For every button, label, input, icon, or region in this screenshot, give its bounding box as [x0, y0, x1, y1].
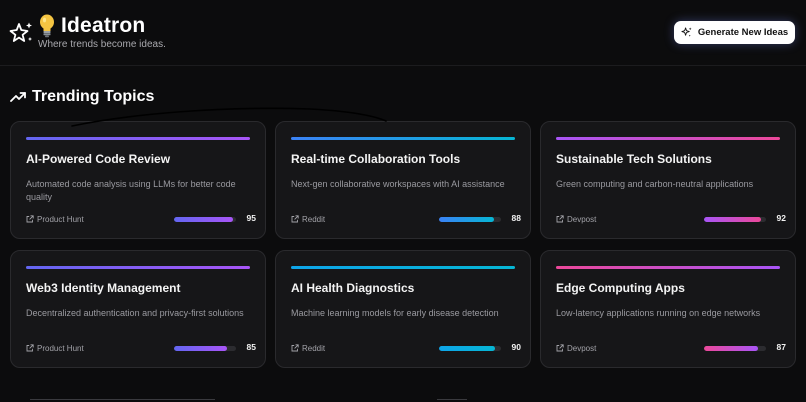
- brand-tagline: Where trends become ideas.: [38, 39, 166, 50]
- external-link-icon: [26, 215, 34, 223]
- trend-score-meter: [439, 217, 501, 222]
- trend-score-meter: [439, 346, 501, 351]
- bottom-divider: [437, 399, 467, 400]
- topic-source-link[interactable]: Reddit: [291, 213, 325, 225]
- trend-score-value: 92: [776, 213, 786, 223]
- topic-description: Low-latency applications running on edge…: [556, 308, 761, 318]
- trend-score-fill: [704, 346, 758, 351]
- trend-score-value: 90: [511, 342, 521, 352]
- topic-source-label: Devpost: [567, 214, 597, 224]
- sparkles-icon: [681, 27, 692, 37]
- topic-card[interactable]: Edge Computing Apps Low-latency applicati…: [540, 250, 796, 368]
- topic-card[interactable]: Web3 Identity Management Decentralized au…: [10, 250, 266, 368]
- trend-score-value: 95: [246, 213, 256, 223]
- trending-up-icon: [10, 92, 26, 102]
- trend-score-value: 85: [246, 342, 256, 352]
- trend-score-value: 88: [511, 213, 521, 223]
- trend-score-fill: [704, 217, 762, 222]
- topic-accent-bar: [556, 266, 780, 269]
- generate-button-label: Generate New Ideas: [697, 27, 789, 38]
- topic-card[interactable]: Real-time Collaboration Tools Next-gen co…: [275, 121, 531, 239]
- topic-title: AI Health Diagnostics: [291, 281, 415, 295]
- trend-score-value: 87: [776, 342, 786, 352]
- topic-source-label: Product Hunt: [37, 214, 84, 224]
- app-header: Ideatron Where trends become ideas. Gene…: [0, 0, 806, 66]
- lightbulb-icon: [40, 14, 54, 38]
- trend-score-fill: [439, 346, 495, 351]
- topic-card[interactable]: AI Health Diagnostics Machine learning mo…: [275, 250, 531, 368]
- topic-accent-bar: [291, 137, 515, 140]
- topic-source-label: Devpost: [567, 343, 597, 353]
- topic-accent-bar: [26, 137, 250, 140]
- pen-stroke-annotation: [71, 107, 387, 127]
- external-link-icon: [556, 344, 564, 352]
- topic-description: Automated code analysis using LLMs for b…: [26, 179, 236, 202]
- topic-card[interactable]: Sustainable Tech Solutions Green computin…: [540, 121, 796, 239]
- brand-name: Ideatron: [61, 14, 146, 37]
- trend-score-meter: [704, 346, 766, 351]
- topic-source-label: Product Hunt: [37, 343, 84, 353]
- bottom-divider: [30, 399, 215, 400]
- trend-score-meter: [174, 346, 236, 351]
- topic-source-link[interactable]: Devpost: [556, 342, 596, 354]
- generate-new-ideas-button[interactable]: Generate New Ideas: [674, 21, 795, 44]
- topic-card[interactable]: AI-Powered Code Review Automated code ana…: [10, 121, 266, 239]
- sparkle-stars-icon[interactable]: [9, 21, 33, 45]
- trend-score-fill: [174, 346, 227, 351]
- topic-source-link[interactable]: Product Hunt: [26, 213, 84, 225]
- topic-title: Sustainable Tech Solutions: [556, 152, 712, 166]
- external-link-icon: [556, 215, 564, 223]
- topic-title: Real-time Collaboration Tools: [291, 152, 461, 166]
- topic-description: Machine learning models for early diseas…: [291, 308, 499, 318]
- app-root: Ideatron Where trends become ideas. Gene…: [0, 0, 806, 402]
- trend-score-meter: [174, 217, 236, 222]
- section-title-text: Trending Topics: [32, 88, 155, 105]
- topic-accent-bar: [291, 266, 515, 269]
- topic-title: Web3 Identity Management: [26, 281, 181, 295]
- topic-source-link[interactable]: Product Hunt: [26, 342, 84, 354]
- external-link-icon: [291, 344, 299, 352]
- topic-description: Decentralized authentication and privacy…: [26, 308, 244, 318]
- section-title: Trending Topics: [10, 87, 154, 107]
- topic-description: Green computing and carbon-neutral appli…: [556, 179, 754, 189]
- topic-source-label: Reddit: [302, 214, 326, 224]
- topic-accent-bar: [556, 137, 780, 140]
- topic-source-link[interactable]: Devpost: [556, 213, 596, 225]
- topic-title: AI-Powered Code Review: [26, 152, 171, 166]
- topic-source-label: Reddit: [302, 343, 326, 353]
- topic-title: Edge Computing Apps: [556, 281, 685, 295]
- topic-description: Next-gen collaborative workspaces with A…: [291, 179, 505, 189]
- external-link-icon: [26, 344, 34, 352]
- trend-score-meter: [704, 217, 766, 222]
- trend-score-fill: [174, 217, 233, 222]
- external-link-icon: [291, 215, 299, 223]
- topic-accent-bar: [26, 266, 250, 269]
- trend-score-fill: [439, 217, 494, 222]
- topic-source-link[interactable]: Reddit: [291, 342, 325, 354]
